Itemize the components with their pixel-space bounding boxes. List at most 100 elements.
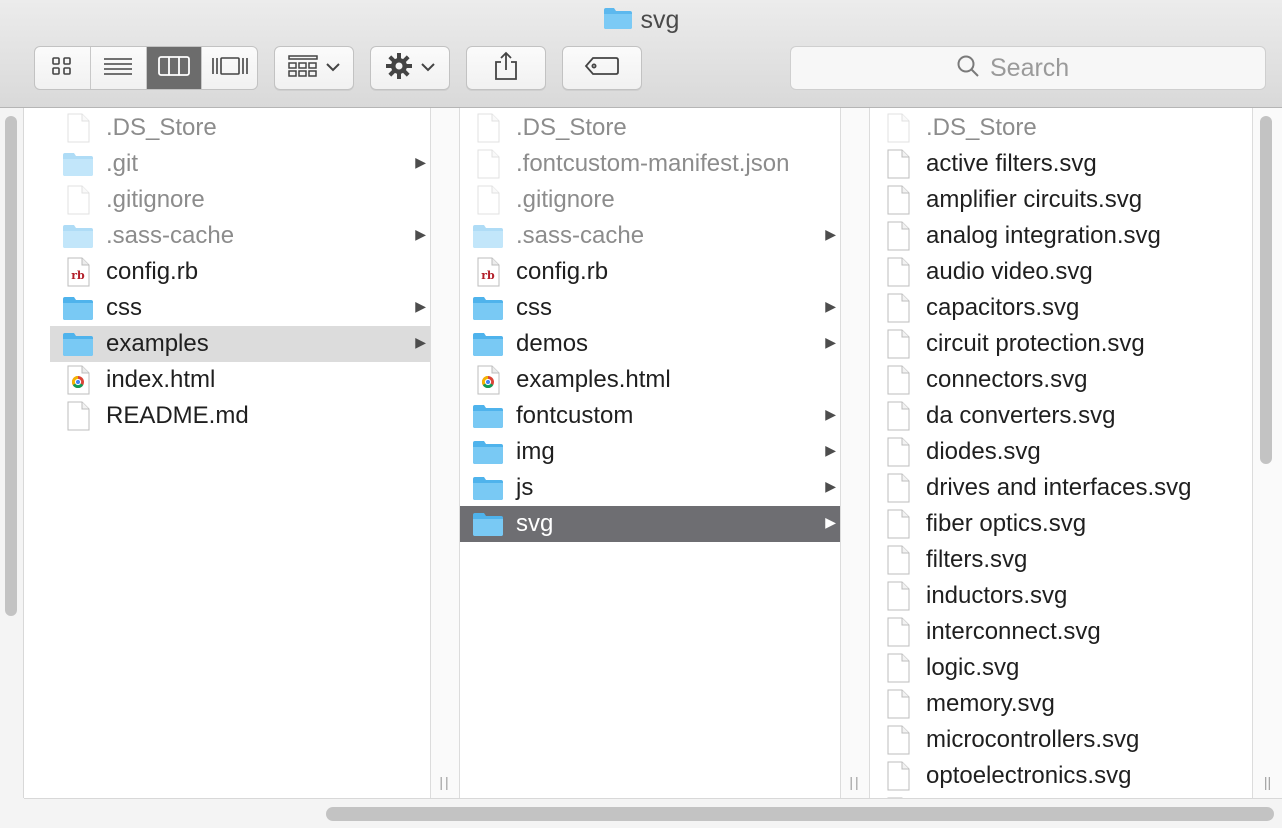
file-list-item[interactable]: filters.svg	[870, 542, 1252, 578]
file-name: circuit protection.svg	[926, 330, 1145, 357]
file-name: .DS_Store	[516, 114, 627, 141]
file-list-item[interactable]: inductors.svg	[870, 578, 1252, 614]
disclosure-arrow-icon: ▶	[825, 334, 836, 350]
file-list-item[interactable]: css ▶	[50, 290, 430, 326]
file-list-item[interactable]: img ▶	[460, 434, 840, 470]
file-name: examples.html	[516, 366, 671, 393]
document-icon	[472, 185, 504, 215]
file-list-item[interactable]: .DS_Store	[460, 110, 840, 146]
file-name: config.rb	[106, 258, 199, 285]
file-list-item[interactable]: connectors.svg	[870, 362, 1252, 398]
file-list-item[interactable]: .DS_Store	[50, 110, 430, 146]
search-icon	[956, 54, 980, 83]
file-list-item[interactable]: .sass-cache ▶	[50, 218, 430, 254]
document-icon	[882, 653, 914, 683]
document-icon	[882, 581, 914, 611]
file-list-item[interactable]: interconnect.svg	[870, 614, 1252, 650]
column-2-list: .DS_Store .fontcustom-manifest.json .gitig…	[460, 110, 840, 542]
resize-grip-icon: ||	[1263, 774, 1272, 790]
arrange-button[interactable]	[274, 46, 354, 90]
document-icon	[882, 329, 914, 359]
file-list-item[interactable]: diodes.svg	[870, 434, 1252, 470]
file-list-item[interactable]: amplifier circuits.svg	[870, 182, 1252, 218]
chevron-down-icon	[326, 59, 340, 77]
file-name: capacitors.svg	[926, 294, 1080, 321]
tag-icon	[584, 56, 620, 81]
action-button[interactable]	[370, 46, 450, 90]
left-vertical-scrollbar[interactable]	[0, 108, 24, 798]
file-name: .sass-cache	[106, 222, 235, 249]
column-resizer[interactable]: ||	[840, 108, 870, 798]
column-1: .DS_Store .git ▶ .gitignore .sass-cache ▶ rb co…	[50, 108, 430, 798]
document-icon	[882, 185, 914, 215]
icon-view-button[interactable]	[35, 47, 91, 89]
file-list-item[interactable]: examples ▶	[50, 326, 430, 362]
scrollbar-thumb[interactable]	[5, 116, 17, 616]
file-list-item[interactable]: audio video.svg	[870, 254, 1252, 290]
file-name: active filters.svg	[926, 150, 1097, 177]
column-view-icon	[157, 55, 190, 82]
horizontal-scrollbar[interactable]	[24, 798, 1282, 828]
file-list-item[interactable]: demos ▶	[460, 326, 840, 362]
html-file-icon	[472, 365, 504, 395]
file-list-item[interactable]: rb config.rb	[50, 254, 430, 290]
file-list-item[interactable]: da converters.svg	[870, 398, 1252, 434]
file-name: interconnect.svg	[926, 618, 1101, 645]
file-list-item[interactable]: examples.html	[460, 362, 840, 398]
file-list-item[interactable]: .gitignore	[460, 182, 840, 218]
disclosure-arrow-icon: ▶	[825, 478, 836, 494]
document-icon	[882, 401, 914, 431]
scrollbar-thumb[interactable]	[326, 807, 1274, 821]
document-icon	[472, 149, 504, 179]
document-icon	[62, 185, 94, 215]
scrollbar-thumb[interactable]	[1260, 116, 1272, 464]
folder-icon	[62, 329, 94, 359]
file-list-item[interactable]: microcontrollers.svg	[870, 722, 1252, 758]
disclosure-arrow-icon: ▶	[825, 226, 836, 242]
column-resizer[interactable]: ||	[430, 108, 460, 798]
share-button[interactable]	[466, 46, 546, 90]
file-name: memory.svg	[926, 690, 1055, 717]
file-list-item[interactable]: rb config.rb	[460, 254, 840, 290]
file-list-item[interactable]: .DS_Store	[870, 110, 1252, 146]
column-3-vertical-scrollbar[interactable]: ||	[1252, 108, 1282, 798]
disclosure-arrow-icon: ▶	[415, 298, 426, 314]
disclosure-arrow-icon: ▶	[825, 442, 836, 458]
file-list-item[interactable]: active filters.svg	[870, 146, 1252, 182]
document-icon	[882, 725, 914, 755]
file-list-item[interactable]: drives and interfaces.svg	[870, 470, 1252, 506]
list-view-button[interactable]	[91, 47, 147, 89]
file-list-item[interactable]: optoelectronics.svg	[870, 758, 1252, 794]
file-list-item[interactable]: css ▶	[460, 290, 840, 326]
scroll-corner	[0, 798, 24, 828]
search-input[interactable]	[990, 53, 1100, 83]
file-list-item[interactable]: logic.svg	[870, 650, 1252, 686]
disclosure-arrow-icon: ▶	[415, 226, 426, 242]
document-icon	[882, 473, 914, 503]
tags-button[interactable]	[562, 46, 642, 90]
gear-icon	[385, 52, 413, 85]
file-list-item[interactable]: capacitors.svg	[870, 290, 1252, 326]
file-list-item[interactable]: .sass-cache ▶	[460, 218, 840, 254]
file-list-item[interactable]: .gitignore	[50, 182, 430, 218]
file-list-item[interactable]: fiber optics.svg	[870, 506, 1252, 542]
file-list-item[interactable]: svg ▶	[460, 506, 840, 542]
file-list-item[interactable]: analog integration.svg	[870, 218, 1252, 254]
search-field[interactable]	[790, 46, 1266, 90]
file-list-item[interactable]: memory.svg	[870, 686, 1252, 722]
file-name: img	[516, 438, 555, 465]
column-view-button[interactable]	[146, 47, 203, 89]
file-list-item[interactable]: README.md	[50, 398, 430, 434]
file-name: .gitignore	[106, 186, 205, 213]
ruby-file-icon: rb	[62, 257, 94, 287]
cover-flow-view-button[interactable]	[202, 47, 257, 89]
file-list-item[interactable]: index.html	[50, 362, 430, 398]
folder-icon	[62, 293, 94, 323]
file-list-item[interactable]: circuit protection.svg	[870, 326, 1252, 362]
document-icon	[882, 113, 914, 143]
file-list-item[interactable]: .git ▶	[50, 146, 430, 182]
file-list-item[interactable]: .fontcustom-manifest.json	[460, 146, 840, 182]
file-list-item[interactable]: js ▶	[460, 470, 840, 506]
file-list-item[interactable]: fontcustom ▶	[460, 398, 840, 434]
file-name: drives and interfaces.svg	[926, 474, 1192, 501]
